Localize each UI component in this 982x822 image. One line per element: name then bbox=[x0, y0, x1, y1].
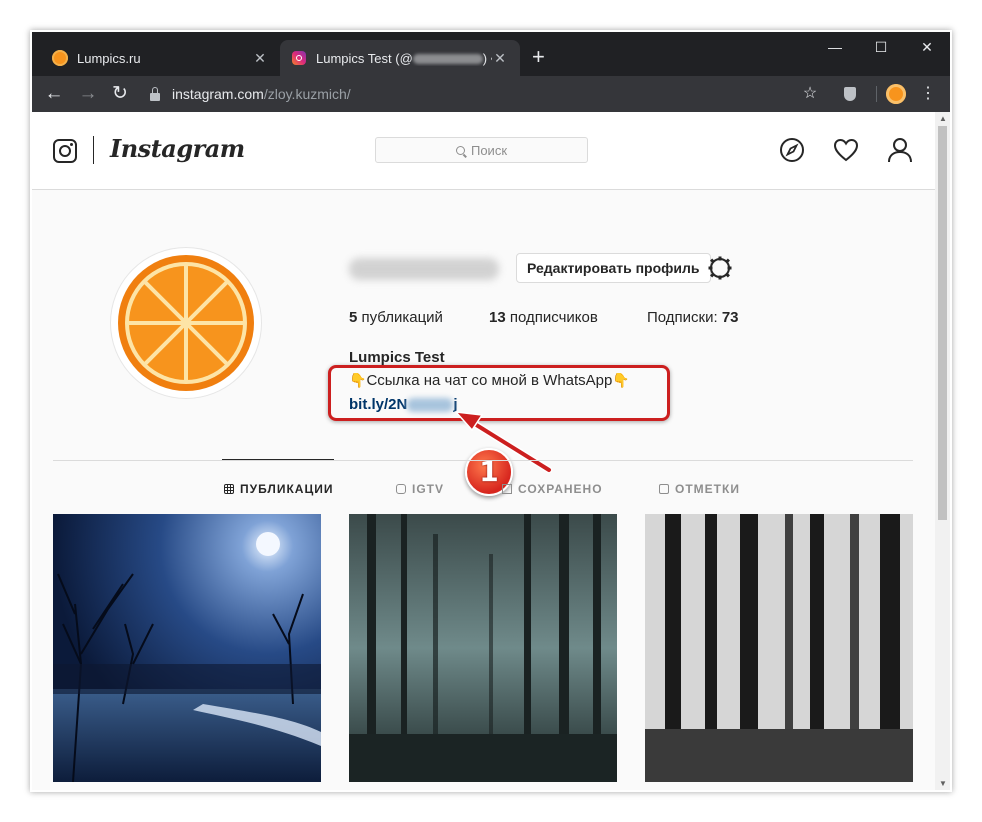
minimize-button[interactable]: — bbox=[812, 32, 858, 60]
instagram-favicon-icon bbox=[292, 51, 306, 65]
back-arrow-icon[interactable]: ← bbox=[42, 82, 66, 106]
grid-icon bbox=[224, 484, 234, 494]
browser-window: Lumpics.ru ✕ Lumpics Test (@) • ✕ + — ☐ … bbox=[32, 32, 950, 790]
tag-icon bbox=[659, 484, 669, 494]
menu-kebab-icon[interactable]: ⋮ bbox=[916, 82, 940, 106]
night-landscape-image bbox=[53, 514, 321, 782]
post-thumbnail[interactable] bbox=[349, 514, 617, 782]
search-icon bbox=[455, 145, 465, 155]
post-thumbnail[interactable] bbox=[645, 514, 913, 782]
tab-igtv[interactable]: IGTV bbox=[396, 482, 444, 496]
tab-publications[interactable]: ПУБЛИКАЦИИ bbox=[224, 482, 333, 496]
tab-saved[interactable]: СОХРАНЕНО bbox=[502, 482, 603, 496]
toolbar-separator bbox=[876, 86, 877, 102]
edit-profile-button[interactable]: Редактировать профиль bbox=[516, 253, 711, 283]
foggy-forest-image bbox=[349, 514, 617, 782]
star-icon[interactable]: ☆ bbox=[798, 82, 822, 106]
maximize-button[interactable]: ☐ bbox=[858, 32, 904, 60]
lumpics-favicon-icon bbox=[52, 50, 68, 66]
profile-avatar-icon[interactable] bbox=[884, 82, 908, 106]
url-path: /zloy.kuzmich/ bbox=[263, 86, 351, 102]
orange-slice-avatar-icon bbox=[118, 255, 254, 391]
address-bar[interactable]: instagram.com/zloy.kuzmich/ bbox=[150, 80, 790, 108]
username-blurred bbox=[349, 258, 499, 280]
reload-icon[interactable]: ↻ bbox=[108, 82, 132, 106]
bookmark-icon bbox=[502, 484, 512, 494]
logo-divider bbox=[93, 136, 94, 164]
instagram-header: Instagram Поиск bbox=[32, 112, 935, 190]
scroll-down-arrow-icon[interactable]: ▼ bbox=[939, 779, 947, 788]
tab-instagram[interactable]: Lumpics Test (@) • ✕ bbox=[280, 40, 520, 76]
instagram-logo[interactable]: Instagram bbox=[110, 134, 245, 163]
following-stat[interactable]: Подписки: 73 bbox=[647, 309, 739, 326]
explore-icon[interactable] bbox=[778, 136, 806, 164]
tab-title: Lumpics.ru bbox=[77, 50, 141, 66]
tab-strip: Lumpics.ru ✕ Lumpics Test (@) • ✕ + — ☐ … bbox=[32, 32, 950, 76]
igtv-icon bbox=[396, 484, 406, 494]
lock-icon bbox=[150, 87, 160, 101]
close-tab-icon[interactable]: ✕ bbox=[492, 50, 508, 67]
browser-toolbar: ← → ↻ instagram.com/zloy.kuzmich/ ☆ ⋮ bbox=[32, 76, 950, 112]
shield-extension-icon[interactable] bbox=[838, 82, 862, 106]
forward-arrow-icon[interactable]: → bbox=[76, 82, 100, 106]
close-tab-icon[interactable]: ✕ bbox=[252, 50, 268, 67]
profile-icon[interactable] bbox=[886, 136, 914, 164]
post-thumbnail[interactable] bbox=[53, 514, 321, 782]
followers-stat[interactable]: 13 подписчиков bbox=[489, 309, 598, 326]
profile-avatar[interactable] bbox=[110, 247, 262, 399]
instagram-page: Instagram Поиск Редактировать профиль 5 … bbox=[32, 112, 935, 790]
settings-gear-icon[interactable] bbox=[708, 256, 732, 280]
tab-lumpics[interactable]: Lumpics.ru ✕ bbox=[40, 40, 280, 76]
bw-forest-image bbox=[645, 514, 913, 782]
instagram-camera-icon[interactable] bbox=[53, 139, 77, 163]
active-tab-indicator bbox=[222, 459, 334, 460]
url-host: instagram.com bbox=[172, 86, 264, 102]
blurred-handle bbox=[412, 54, 483, 65]
posts-stat[interactable]: 5 публикаций bbox=[349, 309, 443, 326]
new-tab-button[interactable]: + bbox=[532, 46, 545, 68]
scroll-up-arrow-icon[interactable]: ▲ bbox=[939, 114, 947, 123]
profile-full-name: Lumpics Test bbox=[349, 349, 445, 366]
search-placeholder: Поиск bbox=[470, 142, 508, 158]
page-scrollbar[interactable]: ▲ ▼ bbox=[935, 112, 950, 790]
tab-tagged[interactable]: ОТМЕТКИ bbox=[659, 482, 740, 496]
tab-title: Lumpics Test (@) • bbox=[316, 50, 492, 66]
search-input[interactable]: Поиск bbox=[375, 137, 588, 163]
close-window-button[interactable]: ✕ bbox=[904, 32, 950, 60]
highlight-box bbox=[328, 365, 670, 421]
scrollbar-thumb[interactable] bbox=[938, 126, 947, 520]
tabs-divider bbox=[53, 460, 913, 461]
heart-icon[interactable] bbox=[832, 136, 860, 164]
